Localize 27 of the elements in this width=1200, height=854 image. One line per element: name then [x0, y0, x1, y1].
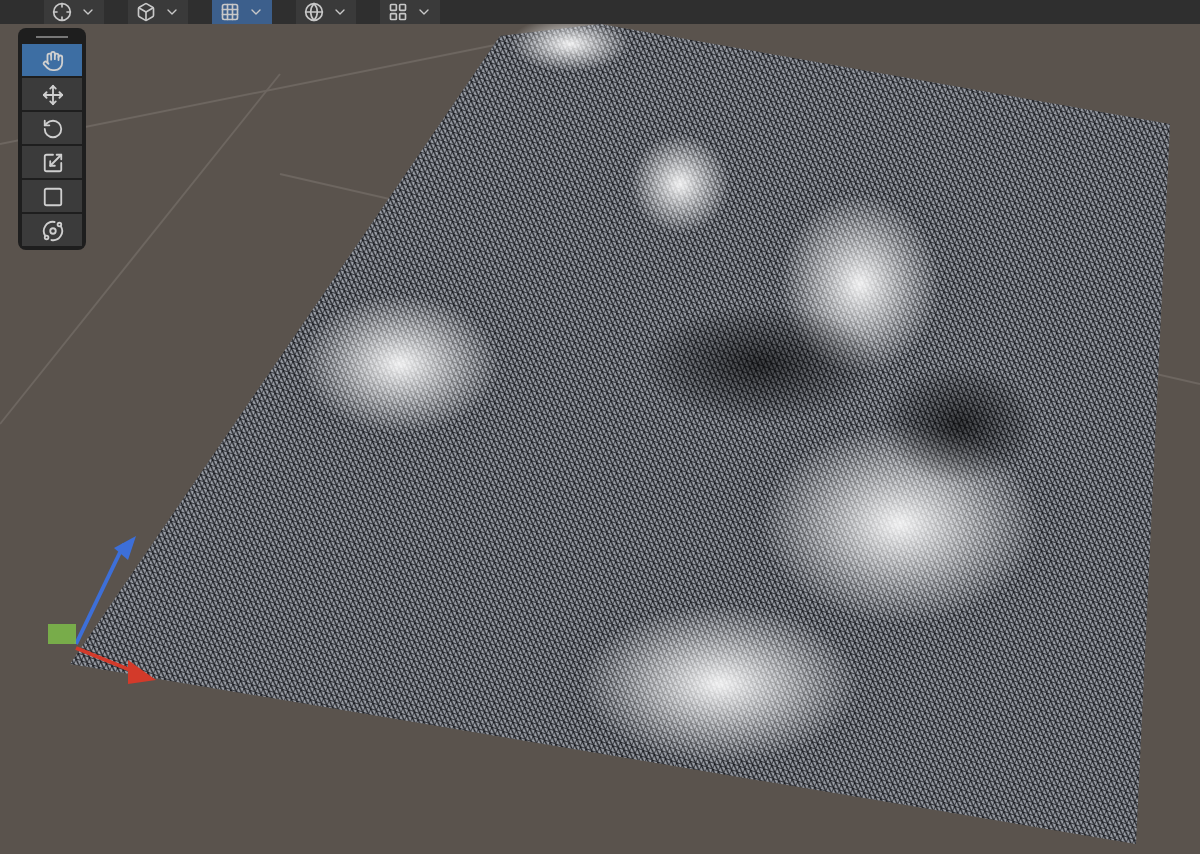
caret-icon — [164, 4, 180, 20]
toolbar-dropdown[interactable] — [44, 0, 104, 24]
tool-button[interactable] — [22, 78, 82, 110]
toolbar-dropdown[interactable] — [380, 0, 440, 24]
tool-button[interactable] — [22, 214, 82, 246]
tool-button[interactable] — [22, 112, 82, 144]
rect-icon — [41, 185, 63, 207]
pivot-icon — [52, 2, 72, 22]
tool-button[interactable] — [22, 146, 82, 178]
transform-icon — [41, 219, 63, 241]
rotate-icon — [41, 117, 63, 139]
caret-icon — [80, 4, 96, 20]
globe-icon — [304, 2, 324, 22]
scale-icon — [41, 151, 63, 173]
toolbar-dropdown[interactable] — [212, 0, 272, 24]
grid-icon — [220, 2, 240, 22]
toolbar-dropdown[interactable] — [296, 0, 356, 24]
caret-icon — [332, 4, 348, 20]
tool-button[interactable] — [22, 44, 82, 76]
cube-icon — [136, 2, 156, 22]
toolbar-dropdown[interactable] — [128, 0, 188, 24]
hand-icon — [41, 49, 63, 71]
caret-icon — [416, 4, 432, 20]
move-arrows-icon — [41, 83, 63, 105]
caret-icon — [248, 4, 264, 20]
layout-icon — [388, 2, 408, 22]
tool-button[interactable] — [22, 180, 82, 212]
